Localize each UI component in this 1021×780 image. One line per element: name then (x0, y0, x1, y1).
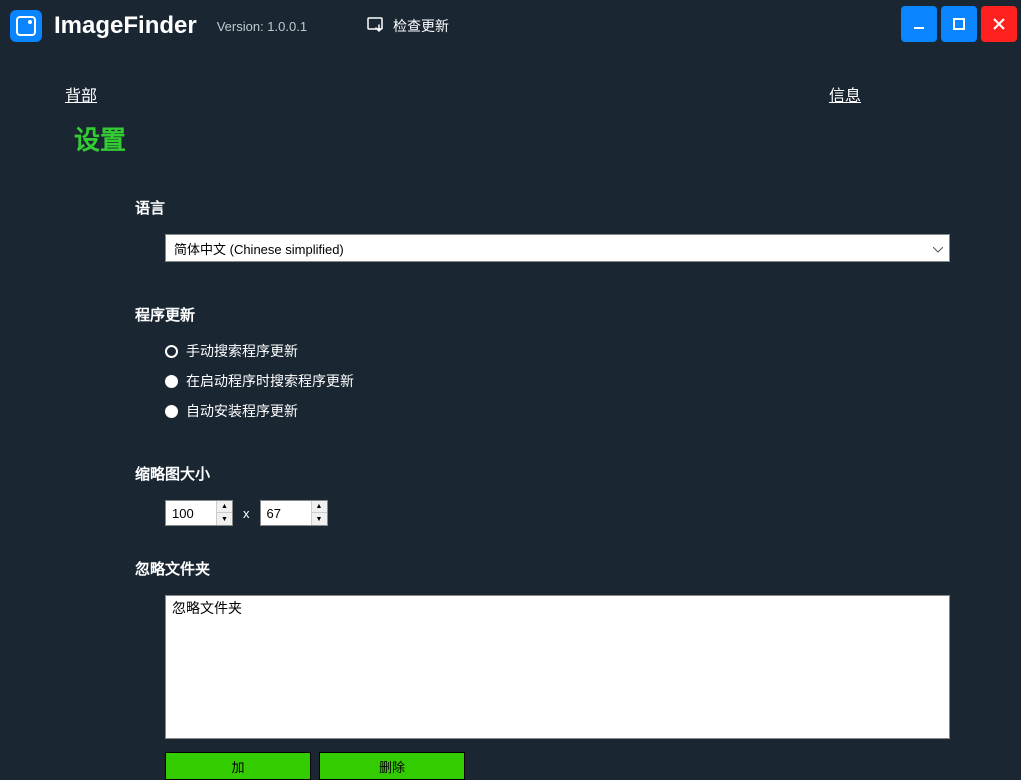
maximize-button[interactable] (941, 6, 977, 42)
thumb-width-input[interactable] (166, 501, 216, 525)
delete-button[interactable]: 删除 (319, 752, 465, 780)
thumb-width-up[interactable]: ▲ (217, 501, 232, 513)
language-selected-value: 简体中文 (Chinese simplified) (174, 239, 344, 258)
radio-auto-update[interactable]: 自动安装程序更新 (165, 401, 1021, 421)
check-update-link[interactable]: 检查更新 (367, 16, 449, 36)
add-button[interactable]: 加 (165, 752, 311, 780)
updates-radio-group: 手动搜索程序更新 在启动程序时搜索程序更新 自动安装程序更新 (165, 341, 1021, 421)
close-button[interactable] (981, 6, 1017, 42)
app-version: Version: 1.0.0.1 (217, 19, 307, 34)
radio-icon (165, 405, 178, 418)
window-controls (901, 6, 1017, 42)
thumb-width-spinner: ▲ ▼ (165, 500, 233, 526)
settings-content: 语言 简体中文 (Chinese simplified) 程序更新 手动搜索程序… (0, 157, 1021, 780)
radio-manual-update[interactable]: 手动搜索程序更新 (165, 341, 1021, 361)
close-icon (992, 17, 1006, 31)
update-icon (367, 17, 387, 35)
x-label: x (243, 506, 250, 521)
app-logo-icon (10, 10, 42, 42)
ignore-buttons-row: 加 删除 (165, 752, 1021, 780)
radio-icon (165, 375, 178, 388)
maximize-icon (952, 17, 966, 31)
thumb-height-input[interactable] (261, 501, 311, 525)
info-link[interactable]: 信息 (829, 82, 861, 106)
app-title: ImageFinder (54, 12, 197, 40)
radio-on-start-update[interactable]: 在启动程序时搜索程序更新 (165, 371, 1021, 391)
ignore-list-header: 忽略文件夹 (172, 598, 943, 618)
thumb-height-down[interactable]: ▼ (312, 513, 327, 525)
chevron-down-icon (933, 241, 943, 256)
ignore-label: 忽略文件夹 (135, 558, 1021, 579)
minimize-icon (912, 17, 926, 31)
thumb-height-spinner: ▲ ▼ (260, 500, 328, 526)
radio-icon (165, 345, 178, 358)
language-select[interactable]: 简体中文 (Chinese simplified) (165, 234, 950, 262)
ignore-folders-list[interactable]: 忽略文件夹 (165, 595, 950, 739)
radio-label-on-start: 在启动程序时搜索程序更新 (186, 371, 354, 391)
radio-label-manual: 手动搜索程序更新 (186, 341, 298, 361)
thumbnail-size-row: ▲ ▼ x ▲ ▼ (165, 500, 1021, 526)
back-link[interactable]: 背部 (65, 82, 97, 106)
nav-row: 背部 信息 (0, 52, 1021, 106)
page-heading: 设置 (0, 106, 1021, 157)
thumbnail-label: 缩略图大小 (135, 463, 1021, 484)
radio-label-auto: 自动安装程序更新 (186, 401, 298, 421)
thumb-height-up[interactable]: ▲ (312, 501, 327, 513)
titlebar: ImageFinder Version: 1.0.0.1 检查更新 (0, 0, 1021, 52)
language-label: 语言 (135, 197, 1021, 218)
minimize-button[interactable] (901, 6, 937, 42)
updates-label: 程序更新 (135, 304, 1021, 325)
thumb-width-down[interactable]: ▼ (217, 513, 232, 525)
check-update-label: 检查更新 (393, 16, 449, 36)
